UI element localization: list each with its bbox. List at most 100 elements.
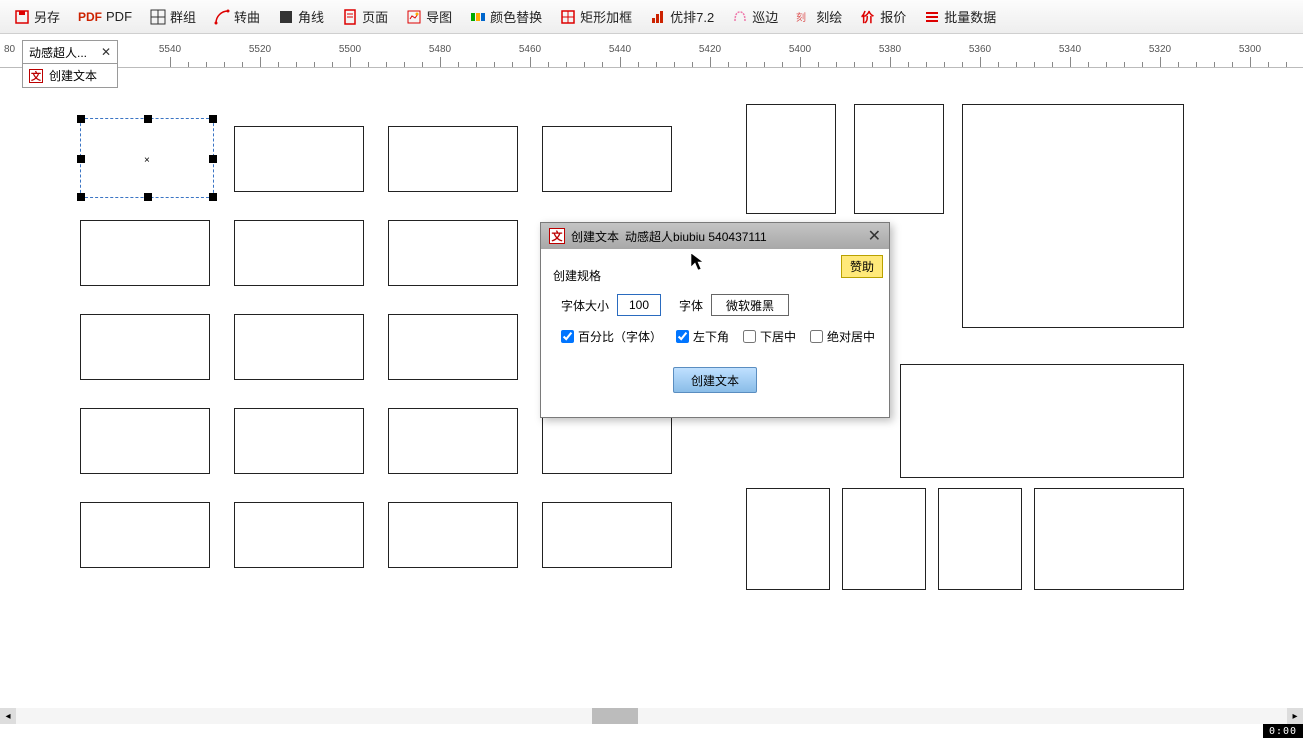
checkbox-input[interactable] (810, 330, 823, 343)
svg-text:刻: 刻 (796, 11, 806, 24)
wen-icon: 文 (549, 228, 565, 244)
tb-label: 页面 (362, 7, 388, 26)
checkbox-2[interactable]: 下居中 (743, 328, 796, 345)
bars-icon (650, 9, 666, 25)
handle-ne[interactable] (209, 115, 217, 123)
tb-batch[interactable]: 批量数据 (916, 5, 1004, 28)
shape-rect[interactable] (80, 502, 210, 568)
shape-rect[interactable] (962, 104, 1184, 328)
tb-label: PDF (106, 9, 132, 24)
ruler-label: 5440 (609, 44, 631, 55)
ruler-label: 5420 (699, 44, 721, 55)
close-icon[interactable]: ✕ (868, 226, 881, 246)
shape-rect[interactable] (542, 126, 672, 192)
checkbox-input[interactable] (561, 330, 574, 343)
handle-n[interactable] (144, 115, 152, 123)
shape-rect[interactable] (80, 220, 210, 286)
shape-rect[interactable] (234, 220, 364, 286)
shape-rect[interactable] (234, 126, 364, 192)
tb-label: 另存 (34, 7, 60, 26)
shape-rect[interactable] (80, 408, 210, 474)
handle-nw[interactable] (77, 115, 85, 123)
tb-path[interactable]: 巡边 (724, 5, 786, 28)
curve-icon (214, 9, 230, 25)
scroll-right-icon[interactable]: ▸ (1287, 708, 1303, 724)
shape-rect[interactable] (746, 488, 830, 590)
handle-w[interactable] (77, 155, 85, 163)
shape-rect[interactable] (388, 220, 518, 286)
tb-rect[interactable]: 矩形加框 (552, 5, 640, 28)
tb-price[interactable]: 价报价 (852, 5, 914, 28)
shape-rect[interactable] (234, 314, 364, 380)
svg-text:价: 价 (861, 10, 875, 25)
tb-layout[interactable]: 优排7.2 (642, 5, 722, 28)
checkbox-1[interactable]: 左下角 (676, 328, 729, 345)
shape-rect[interactable] (900, 364, 1184, 478)
handle-se[interactable] (209, 193, 217, 201)
font-size-label: 字体大小 (561, 297, 609, 314)
create-text-button[interactable]: 创建文本 (673, 367, 757, 393)
checkbox-label: 百分比（字体） (578, 328, 662, 345)
shape-rect[interactable] (746, 104, 836, 214)
colors-icon (470, 9, 486, 25)
font-size-input[interactable] (617, 294, 661, 316)
shape-rect[interactable] (80, 314, 210, 380)
checkbox-input[interactable] (743, 330, 756, 343)
ruler-label: 5360 (969, 44, 991, 55)
document-tab[interactable]: 动感超人... ✕ (22, 40, 118, 64)
shape-rect[interactable] (388, 126, 518, 192)
tb-curve[interactable]: 转曲 (206, 5, 268, 28)
tb-export[interactable]: 导图 (398, 5, 460, 28)
tb-label: 优排7.2 (670, 7, 714, 26)
checkbox-0[interactable]: 百分比（字体） (561, 328, 662, 345)
scroll-track[interactable] (16, 708, 1287, 724)
shape-rect[interactable] (234, 408, 364, 474)
tb-label: 刻绘 (816, 7, 842, 26)
ruler-label: 5300 (1239, 44, 1261, 55)
tb-label: 群组 (170, 7, 196, 26)
batch-icon (924, 9, 940, 25)
tab-title: 动感超人... (29, 44, 87, 61)
scroll-thumb[interactable] (592, 708, 638, 724)
shape-rect[interactable] (388, 314, 518, 380)
checkbox-3[interactable]: 绝对居中 (810, 328, 875, 345)
tb-page[interactable]: 页面 (334, 5, 396, 28)
handle-e[interactable] (209, 155, 217, 163)
scroll-left-icon[interactable]: ◂ (0, 708, 16, 724)
shape-rect[interactable] (542, 502, 672, 568)
checkbox-input[interactable] (676, 330, 689, 343)
shape-rect[interactable] (388, 408, 518, 474)
handle-sw[interactable] (77, 193, 85, 201)
shape-rect[interactable] (854, 104, 944, 214)
sponsor-button[interactable]: 赞助 (841, 255, 883, 278)
save-icon (14, 9, 30, 25)
ruler-label: 5320 (1149, 44, 1171, 55)
tool-tab-create-text[interactable]: 文 创建文本 (22, 64, 118, 88)
shape-rect[interactable] (938, 488, 1022, 590)
handle-s[interactable] (144, 193, 152, 201)
ruler-label: 5340 (1059, 44, 1081, 55)
close-icon[interactable]: ✕ (101, 45, 111, 59)
ruler-label: 5520 (249, 44, 271, 55)
tb-engrave[interactable]: 刻刻绘 (788, 5, 850, 28)
tb-corner[interactable]: 角线 (270, 5, 332, 28)
tb-label: 颜色替换 (490, 7, 542, 26)
ruler-label: 5380 (879, 44, 901, 55)
tb-group[interactable]: 群组 (142, 5, 204, 28)
create-text-dialog: 文 创建文本 动感超人biubiu 540437111 ✕ 赞助 创建规格 字体… (540, 222, 890, 418)
shape-rect[interactable] (842, 488, 926, 590)
center-cross: × (144, 155, 150, 166)
font-select[interactable]: 微软雅黑 (711, 294, 789, 316)
dialog-titlebar[interactable]: 文 创建文本 动感超人biubiu 540437111 ✕ (541, 223, 889, 249)
dialog-subtitle: 动感超人biubiu 540437111 (625, 228, 767, 245)
tb-pdf[interactable]: PDFPDF (70, 7, 140, 26)
shape-rect[interactable] (234, 502, 364, 568)
rect-icon (560, 9, 576, 25)
ruler: 5540552055005480546054405420540053805360… (0, 40, 1303, 68)
shape-rect[interactable] (388, 502, 518, 568)
tb-colors[interactable]: 颜色替换 (462, 5, 550, 28)
selection-box[interactable]: × (80, 118, 214, 198)
horizontal-scrollbar[interactable]: ◂ ▸ (0, 708, 1303, 724)
shape-rect[interactable] (1034, 488, 1184, 590)
tb-save[interactable]: 另存 (6, 5, 68, 28)
